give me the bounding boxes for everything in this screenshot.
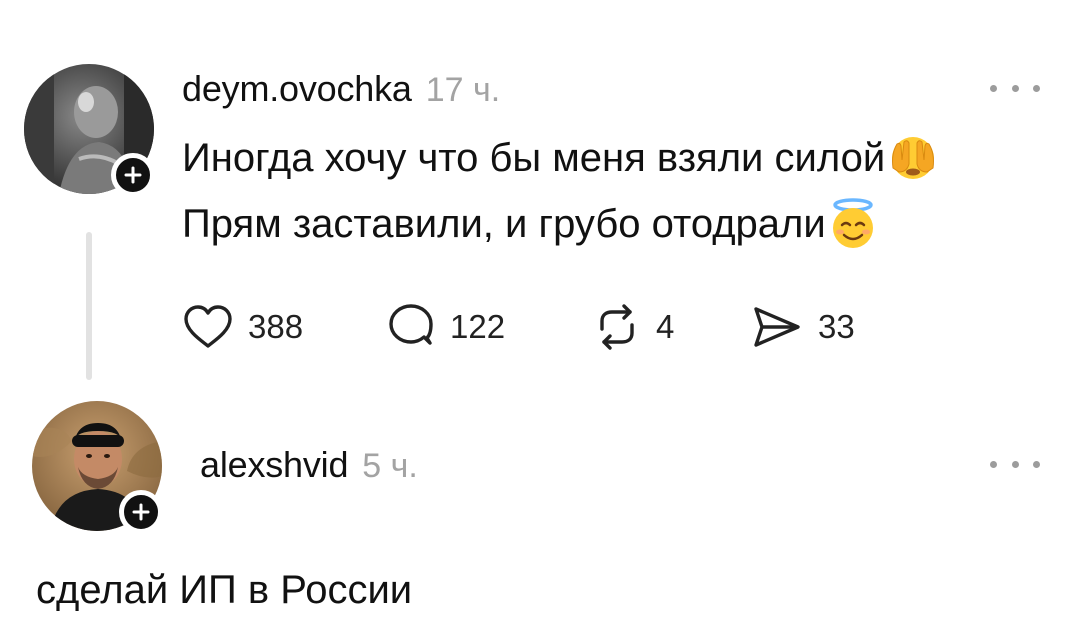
smiling-face-with-halo-emoji: [828, 198, 878, 250]
thread-line: [86, 232, 92, 380]
timestamp: 5 ч.: [362, 447, 418, 485]
more-dot: [1011, 84, 1019, 92]
repost-button[interactable]: 4: [592, 302, 674, 352]
share-button[interactable]: 33: [750, 302, 855, 352]
reply-count: 122: [450, 308, 506, 345]
more-horizontal-icon: [990, 84, 997, 92]
reply-text: сделай ИП в России: [36, 562, 412, 618]
follow-button-deym-ovochka[interactable]: [111, 153, 155, 197]
like-count: 388: [248, 308, 304, 345]
follow-button-alexshvid[interactable]: [119, 490, 163, 534]
speech-bubble-icon: [389, 304, 433, 345]
repost-count: 4: [656, 308, 675, 345]
more-options-button[interactable]: [990, 454, 1040, 474]
username[interactable]: alexshvid: [200, 444, 348, 486]
plus-icon: [132, 503, 150, 521]
post-text: Иногда хочу что бы меня взяли силой: [182, 135, 886, 180]
reply-header: alexshvid 5 ч.: [200, 444, 418, 486]
plus-icon: [124, 166, 142, 184]
more-options-button[interactable]: [990, 78, 1040, 98]
post-text-line-2: Прям заставили, и грубо отодрали: [182, 196, 878, 252]
post-header: deym.ovochka 17 ч.: [182, 68, 500, 110]
more-dot: [1033, 84, 1040, 92]
username[interactable]: deym.ovochka: [182, 68, 412, 110]
heart-icon: [184, 305, 232, 348]
timestamp: 17 ч.: [425, 71, 501, 109]
reply-button[interactable]: 122: [386, 302, 505, 352]
reply-text-content: сделай ИП в России: [36, 567, 413, 612]
repost-icon: [600, 304, 634, 350]
post-text: Прям заставили, и грубо отодрали: [182, 201, 826, 246]
more-dot: [1011, 460, 1019, 468]
share-count: 33: [818, 308, 855, 345]
post-text-line-1: Иногда хочу что бы меня взяли силой: [182, 130, 939, 186]
like-button[interactable]: 388: [182, 302, 303, 352]
paper-plane-icon: [754, 307, 800, 347]
hands-covering-face-emoji: [887, 134, 939, 182]
more-horizontal-icon: [990, 460, 997, 468]
more-dot: [1033, 460, 1040, 468]
